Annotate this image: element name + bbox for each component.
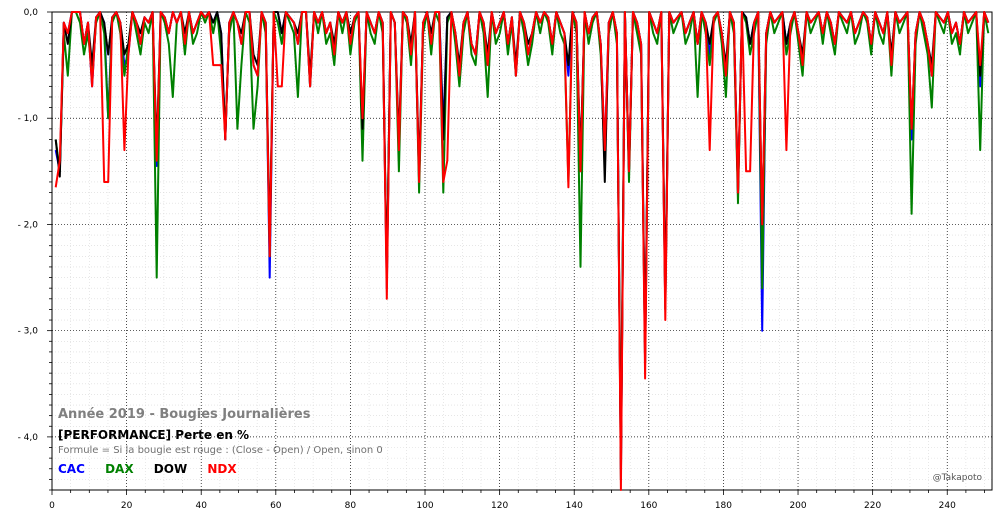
y-tick-label: - 1,0: [18, 114, 39, 124]
x-tick-label: 60: [270, 501, 282, 511]
x-tick-label: 120: [491, 501, 508, 511]
chart-title: Année 2019 - Bougies Journalières: [58, 407, 311, 422]
chart-subtitle: [PERFORMANCE] Perte en %: [58, 428, 250, 442]
chart-credit: @Takapoto: [932, 473, 982, 483]
legend: CAC DAX DOW NDX: [58, 462, 383, 476]
legend-item-cac: CAC: [58, 462, 85, 476]
y-tick-label: - 2,0: [18, 220, 39, 230]
x-tick-label: 100: [416, 501, 433, 511]
y-tick-label: - 4,0: [18, 433, 39, 443]
chart-info: Année 2019 - Bougies Journalières [PERFO…: [58, 407, 383, 476]
series-line-cac: [54, 11, 990, 470]
x-tick-label: 180: [715, 501, 732, 511]
legend-item-ndx: NDX: [207, 462, 237, 476]
chart-formula: Formule = Si la bougie est rouge : (Clos…: [58, 445, 383, 456]
y-tick-label: 0,0: [24, 8, 39, 18]
x-tick-label: 240: [939, 501, 956, 511]
x-tick-label: 0: [49, 501, 55, 511]
series-line-dax: [54, 11, 990, 460]
x-tick-label: 80: [345, 501, 357, 511]
x-tick-label: 160: [640, 501, 657, 511]
x-tick-label: 140: [566, 501, 583, 511]
x-tick-label: 200: [789, 501, 806, 511]
y-tick-label: - 3,0: [18, 327, 39, 337]
legend-item-dax: DAX: [105, 462, 134, 476]
x-tick-label: 40: [195, 501, 207, 511]
x-tick-label: 220: [864, 501, 881, 511]
legend-item-dow: DOW: [153, 462, 188, 476]
x-tick-label: 20: [121, 501, 133, 511]
